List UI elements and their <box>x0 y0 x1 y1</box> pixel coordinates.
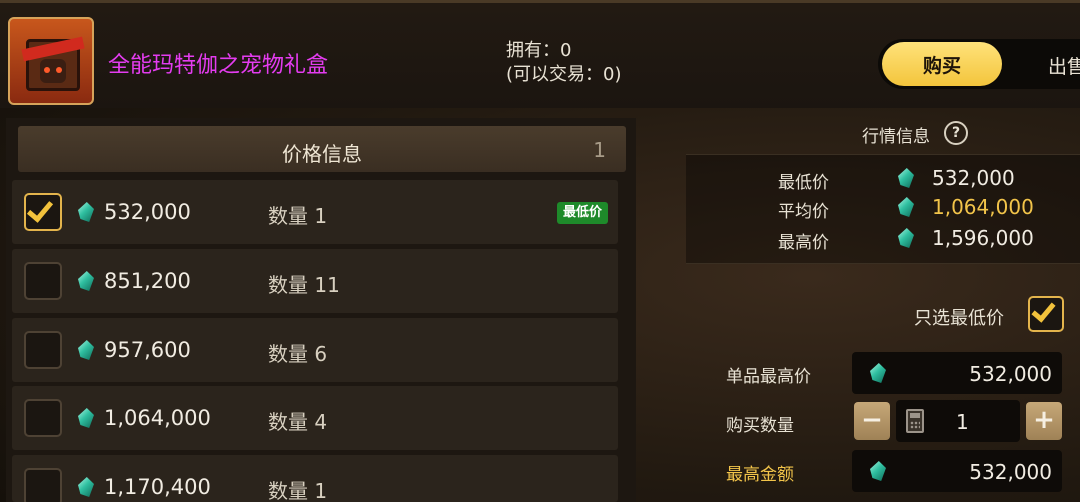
gem-icon <box>78 477 94 497</box>
decrease-quantity-button[interactable]: − <box>854 402 890 440</box>
row-checkbox[interactable] <box>24 262 62 300</box>
check-icon <box>26 195 54 223</box>
gem-icon <box>78 202 94 222</box>
max-total-field: 532,000 <box>852 450 1062 492</box>
max-unit-price-value: 532,000 <box>969 362 1052 386</box>
listing-price: 851,200 <box>104 269 191 293</box>
listing-row[interactable]: 851,200 数量 11 <box>12 249 618 313</box>
ownership-info: 拥有：0 (可以交易：0) <box>506 39 622 87</box>
increase-quantity-button[interactable]: + <box>1026 402 1062 440</box>
row-checkbox[interactable] <box>24 193 62 231</box>
tab-buy[interactable]: 购买 <box>882 42 1002 86</box>
listing-quantity: 数量 11 <box>268 273 340 297</box>
max-price-label: 最高价 <box>778 233 829 253</box>
lowest-only-checkbox[interactable] <box>1028 296 1064 332</box>
price-list-title: 价格信息 <box>282 142 362 166</box>
tradable-count: (可以交易：0) <box>506 64 622 85</box>
listing-price: 1,170,400 <box>104 475 211 499</box>
listing-price: 1,064,000 <box>104 406 211 430</box>
max-total-value: 532,000 <box>969 460 1052 484</box>
market-info-title: 行情信息 <box>862 127 930 147</box>
gem-icon <box>870 461 886 481</box>
item-name: 全能玛特伽之宠物礼盒 <box>108 53 329 78</box>
lowest-only-label: 只选最低价 <box>914 308 1004 329</box>
row-checkbox[interactable] <box>24 399 62 437</box>
min-price-value: 532,000 <box>932 166 1015 190</box>
listing-price: 957,600 <box>104 338 191 362</box>
max-unit-price-label: 单品最高价 <box>726 367 811 387</box>
buy-quantity-label: 购买数量 <box>726 416 794 436</box>
listing-quantity: 数量 4 <box>268 410 328 434</box>
listing-price: 532,000 <box>104 200 191 224</box>
listing-quantity: 数量 6 <box>268 342 328 366</box>
tab-sell[interactable]: 出售 <box>1048 52 1080 79</box>
gem-icon <box>78 271 94 291</box>
avg-price-label: 平均价 <box>778 202 829 222</box>
listing-row[interactable]: 1,064,000 数量 4 <box>12 386 618 450</box>
item-header: 全能玛特伽之宠物礼盒 拥有：0 (可以交易：0) 购买 出售 <box>0 0 1080 108</box>
help-icon[interactable]: ? <box>944 121 968 145</box>
max-price-value: 1,596,000 <box>932 226 1034 250</box>
listing-row[interactable]: 1,170,400 数量 1 <box>12 455 618 502</box>
owned-count: 拥有：0 <box>506 40 572 61</box>
max-unit-price-field[interactable]: 532,000 <box>852 352 1062 394</box>
check-icon <box>1031 297 1056 323</box>
listing-row[interactable]: 532,000 数量 1 最低价 <box>12 180 618 244</box>
pet-gift-box-icon <box>8 17 94 105</box>
row-checkbox[interactable] <box>24 331 62 369</box>
price-list-header: 价格信息 1 <box>18 126 626 172</box>
trade-tabs: 购买 出售 <box>878 39 1080 89</box>
min-price-label: 最低价 <box>778 173 829 193</box>
listing-quantity: 数量 1 <box>268 479 328 502</box>
lowest-price-badge: 最低价 <box>556 202 608 224</box>
row-checkbox[interactable] <box>24 468 62 502</box>
listing-quantity: 数量 1 <box>268 204 328 228</box>
listing-row[interactable]: 957,600 数量 6 <box>12 318 618 382</box>
calculator-icon[interactable] <box>906 409 924 433</box>
gem-icon <box>78 408 94 428</box>
gem-icon <box>78 340 94 360</box>
page-number: 1 <box>593 138 606 162</box>
gem-icon <box>870 363 886 383</box>
max-total-label: 最高金额 <box>726 465 794 485</box>
buy-quantity-field[interactable]: 1 <box>896 400 1020 442</box>
buy-quantity-value: 1 <box>956 410 969 434</box>
avg-price-value: 1,064,000 <box>932 195 1034 219</box>
